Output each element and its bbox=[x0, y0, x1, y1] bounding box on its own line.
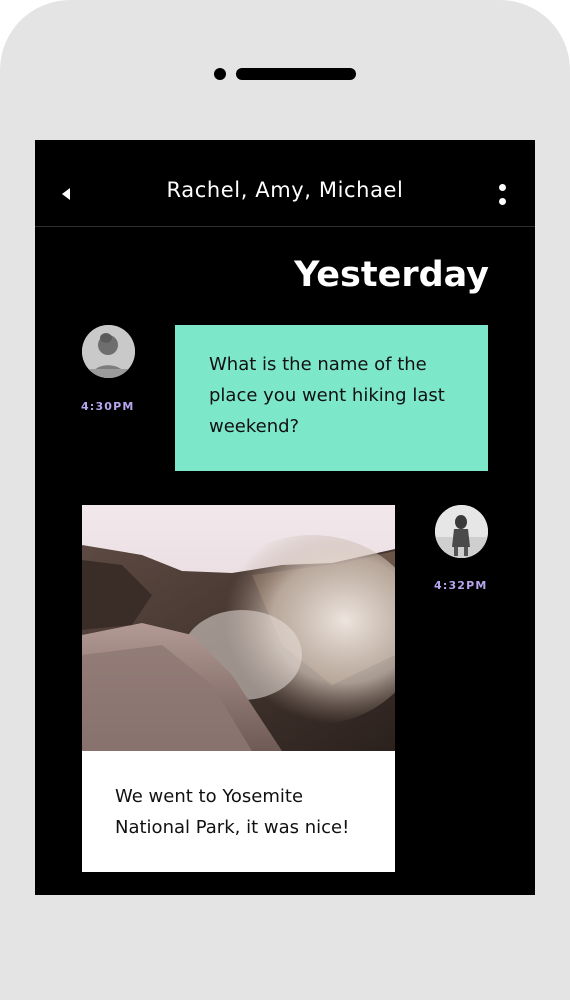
day-separator: Yesterday bbox=[294, 255, 489, 295]
chat-header: Rachel, Amy, Michael bbox=[35, 140, 535, 227]
phone-frame: Rachel, Amy, Michael Yesterday 4:30PM Wh… bbox=[0, 0, 570, 1000]
avatar-rachel[interactable] bbox=[82, 325, 135, 378]
message-time: 4:30PM bbox=[81, 400, 135, 413]
incoming-message-bubble: What is the name of the place you went h… bbox=[175, 325, 488, 471]
conversation-title: Rachel, Amy, Michael bbox=[166, 178, 404, 202]
camera-icon bbox=[214, 68, 226, 80]
chat-screen: Rachel, Amy, Michael Yesterday 4:30PM Wh… bbox=[35, 140, 535, 895]
message-time: 4:32PM bbox=[434, 579, 488, 592]
message-text: We went to Yosemite National Park, it wa… bbox=[115, 786, 350, 838]
waterfall-canyon-photo[interactable] bbox=[82, 505, 395, 751]
more-vertical-icon[interactable] bbox=[495, 184, 509, 206]
message-text: What is the name of the place you went h… bbox=[209, 354, 445, 437]
avatar-amy[interactable] bbox=[435, 505, 488, 558]
outgoing-photo-message: We went to Yosemite National Park, it wa… bbox=[82, 505, 395, 872]
speaker-grille bbox=[236, 68, 356, 80]
